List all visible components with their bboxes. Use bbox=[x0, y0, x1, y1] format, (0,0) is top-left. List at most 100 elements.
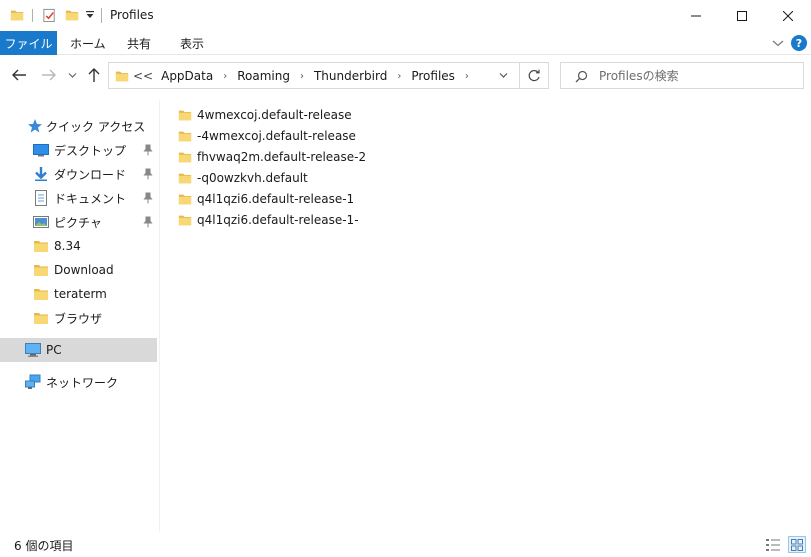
download-icon bbox=[35, 167, 47, 181]
maximize-button[interactable] bbox=[719, 0, 765, 31]
file-name: -4wmexcoj.default-release bbox=[197, 128, 356, 143]
file-name: -q0owzkvh.default bbox=[197, 170, 308, 185]
pictures-icon bbox=[33, 216, 49, 228]
file-name: fhvwaq2m.default-release-2 bbox=[197, 149, 367, 164]
window-title: Profiles bbox=[110, 8, 154, 22]
search-input[interactable] bbox=[599, 66, 795, 85]
nav-label: ダウンロード bbox=[54, 167, 127, 182]
nav-label: ブラウザ bbox=[54, 311, 103, 326]
computer-icon bbox=[25, 343, 41, 357]
chevron-down-icon[interactable] bbox=[499, 72, 508, 79]
divider bbox=[101, 8, 102, 23]
folder-icon bbox=[33, 262, 49, 278]
list-item[interactable]: 4wmexcoj.default-release bbox=[178, 104, 352, 125]
folder-icon bbox=[178, 192, 192, 206]
nav-item-pc[interactable]: PC bbox=[0, 338, 157, 362]
divider bbox=[32, 9, 33, 22]
folder-icon bbox=[33, 310, 49, 326]
ribbon-tabs: ファイル ホーム 共有 表示 ? bbox=[0, 31, 811, 55]
folder-icon bbox=[178, 129, 192, 143]
recent-locations-icon[interactable] bbox=[68, 72, 77, 79]
file-name: q4l1qzi6.default-release-1- bbox=[197, 212, 359, 227]
list-item[interactable]: q4l1qzi6.default-release-1- bbox=[178, 209, 359, 230]
nav-item-download-folder[interactable]: Download bbox=[0, 258, 157, 282]
status-bar: 6 個の項目 bbox=[0, 532, 811, 557]
tab-share[interactable]: 共有 bbox=[127, 31, 151, 55]
nav-label: PC bbox=[46, 343, 62, 357]
network-icon bbox=[25, 374, 41, 389]
breadcrumb-thunderbird[interactable]: Thunderbird bbox=[314, 69, 387, 83]
tab-home[interactable]: ホーム bbox=[70, 31, 106, 55]
nav-label: 8.34 bbox=[54, 239, 81, 253]
forward-icon[interactable] bbox=[40, 66, 58, 84]
customize-toolbar-icon[interactable] bbox=[86, 11, 94, 19]
folder-icon bbox=[33, 238, 49, 254]
nav-quick-access[interactable]: クイック アクセス bbox=[0, 114, 157, 138]
pin-icon[interactable] bbox=[143, 168, 153, 180]
help-icon[interactable]: ? bbox=[791, 35, 807, 51]
refresh-button[interactable] bbox=[519, 62, 549, 89]
chevron-right-icon[interactable]: › bbox=[223, 71, 227, 82]
details-view-icon[interactable] bbox=[765, 538, 781, 552]
list-item[interactable]: -4wmexcoj.default-release bbox=[178, 125, 356, 146]
breadcrumb-appdata[interactable]: AppData bbox=[161, 69, 213, 83]
folder-icon bbox=[178, 150, 192, 164]
list-item[interactable]: q4l1qzi6.default-release-1 bbox=[178, 188, 354, 209]
nav-label: teraterm bbox=[54, 287, 107, 301]
nav-item-desktop[interactable]: デスクトップ bbox=[0, 138, 157, 162]
chevron-right-icon[interactable]: › bbox=[397, 71, 401, 82]
list-item[interactable]: -q0owzkvh.default bbox=[178, 167, 308, 188]
pin-icon[interactable] bbox=[143, 216, 153, 228]
properties-icon[interactable] bbox=[42, 7, 57, 23]
file-name: 4wmexcoj.default-release bbox=[197, 107, 352, 122]
search-box[interactable] bbox=[560, 62, 804, 89]
nav-item-8-34[interactable]: 8.34 bbox=[0, 234, 157, 258]
file-list: 4wmexcoj.default-release -4wmexcoj.defau… bbox=[170, 102, 800, 532]
item-count: 6 個の項目 bbox=[14, 539, 74, 553]
desktop-icon bbox=[33, 144, 49, 157]
list-item[interactable]: fhvwaq2m.default-release-2 bbox=[178, 146, 366, 167]
nav-item-teraterm[interactable]: teraterm bbox=[0, 282, 157, 306]
close-button[interactable] bbox=[765, 0, 811, 31]
address-bar[interactable]: << AppData › Roaming › Thunderbird › Pro… bbox=[108, 62, 520, 89]
back-icon[interactable] bbox=[10, 66, 28, 84]
nav-label: ネットワーク bbox=[46, 375, 119, 390]
folder-icon bbox=[178, 171, 192, 185]
navigation-pane: クイック アクセス デスクトップ ダウンロード ドキュメント ピクチャ 8.34… bbox=[0, 100, 160, 532]
chevron-right-icon[interactable]: › bbox=[465, 71, 469, 82]
refresh-icon bbox=[528, 69, 540, 82]
breadcrumb-roaming[interactable]: Roaming bbox=[237, 69, 290, 83]
nav-item-browser[interactable]: ブラウザ bbox=[0, 306, 157, 330]
pin-icon[interactable] bbox=[143, 144, 153, 156]
pin-icon[interactable] bbox=[143, 192, 153, 204]
tiles-view-icon bbox=[791, 538, 803, 551]
breadcrumb-profiles[interactable]: Profiles bbox=[411, 69, 455, 83]
folder-icon[interactable] bbox=[10, 8, 24, 22]
folder-icon bbox=[178, 108, 192, 122]
nav-item-network[interactable]: ネットワーク bbox=[0, 370, 157, 394]
file-name: q4l1qzi6.default-release-1 bbox=[197, 191, 355, 206]
up-icon[interactable] bbox=[86, 66, 102, 84]
folder-icon bbox=[33, 286, 49, 302]
star-icon bbox=[28, 119, 42, 133]
nav-item-documents[interactable]: ドキュメント bbox=[0, 186, 157, 210]
chevron-right-icon[interactable]: › bbox=[300, 71, 304, 82]
minimize-button[interactable] bbox=[673, 0, 719, 31]
nav-label: ピクチャ bbox=[54, 215, 102, 230]
nav-item-pictures[interactable]: ピクチャ bbox=[0, 210, 157, 234]
tab-file[interactable]: ファイル bbox=[0, 31, 57, 55]
breadcrumb: << AppData › Roaming › Thunderbird › Pro… bbox=[133, 69, 479, 83]
nav-label: Download bbox=[54, 263, 114, 277]
nav-label: クイック アクセス bbox=[46, 119, 146, 134]
folder-icon bbox=[115, 69, 129, 83]
tab-view[interactable]: 表示 bbox=[180, 31, 204, 55]
breadcrumb-overflow[interactable]: << bbox=[133, 69, 153, 83]
maximize-icon bbox=[737, 10, 747, 21]
close-icon bbox=[783, 10, 793, 21]
new-folder-icon[interactable] bbox=[65, 8, 79, 22]
title-bar: Profiles bbox=[0, 0, 811, 31]
large-icons-view-button[interactable] bbox=[788, 536, 806, 553]
nav-label: ドキュメント bbox=[54, 191, 127, 206]
expand-ribbon-icon[interactable] bbox=[772, 38, 784, 48]
nav-item-downloads[interactable]: ダウンロード bbox=[0, 162, 157, 186]
